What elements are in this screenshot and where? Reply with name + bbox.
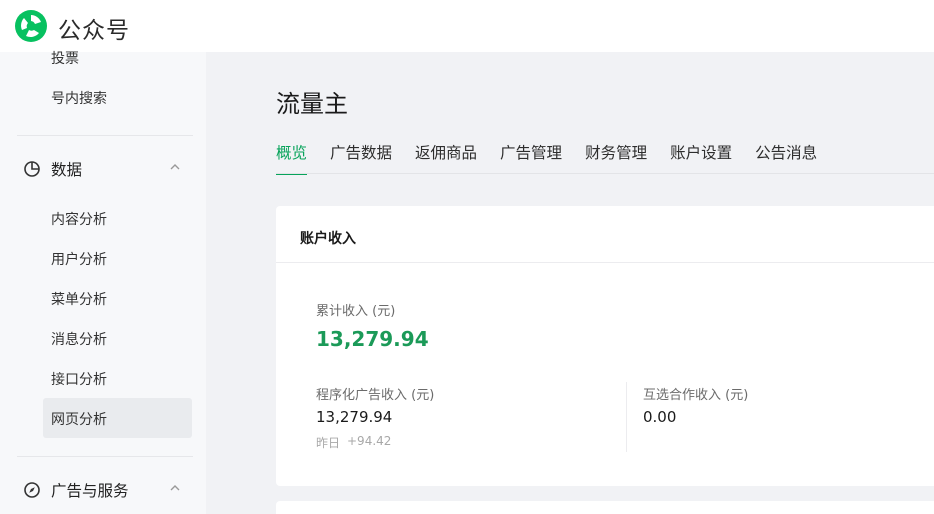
sidebar-section-label: 广告与服务 xyxy=(51,482,129,500)
tab-account-settings[interactable]: 账户设置 xyxy=(670,141,732,175)
tab-finance-management[interactable]: 财务管理 xyxy=(585,141,647,175)
tab-bar: 概览 广告数据 返佣商品 广告管理 财务管理 账户设置 公告消息 xyxy=(276,141,840,175)
sidebar-item-api-analysis[interactable]: 接口分析 xyxy=(51,369,107,389)
card-title: 账户收入 xyxy=(300,231,356,247)
total-income-value: 13,279.94 xyxy=(316,327,429,351)
tab-ad-data[interactable]: 广告数据 xyxy=(330,141,392,175)
wechat-mp-logo-icon[interactable] xyxy=(13,8,49,44)
tab-commission-products[interactable]: 返佣商品 xyxy=(415,141,477,175)
sidebar-item-in-account-search[interactable]: 号内搜索 xyxy=(51,88,107,108)
sidebar-item-webpage-analysis[interactable]: 网页分析 xyxy=(51,409,107,429)
top-bar: 公众号 xyxy=(0,0,934,52)
tab-ad-management[interactable]: 广告管理 xyxy=(500,141,562,175)
programmatic-ad-income-label: 程序化广告收入 (元) xyxy=(316,388,435,403)
yesterday-label: 昨日 xyxy=(316,436,341,450)
chevron-up-icon[interactable] xyxy=(168,481,182,495)
tab-overview[interactable]: 概览 xyxy=(276,141,308,175)
yesterday-value: +94.42 xyxy=(347,434,392,448)
sidebar-section-data[interactable]: 数据 xyxy=(23,158,82,180)
next-card xyxy=(276,501,934,514)
sidebar-section-ads-services[interactable]: 广告与服务 xyxy=(23,479,129,501)
account-income-card: 账户收入 累计收入 (元) 13,279.94 程序化广告收入 (元) 13,2… xyxy=(276,206,934,486)
sidebar-item-vote[interactable]: 投票 xyxy=(51,48,79,68)
main-content: 流量主 概览 广告数据 返佣商品 广告管理 财务管理 账户设置 公告消息 账户收… xyxy=(206,52,934,514)
programmatic-ad-income-value: 13,279.94 xyxy=(316,408,393,426)
mutual-selection-income-value: 0.00 xyxy=(643,408,677,426)
sidebar-item-user-analysis[interactable]: 用户分析 xyxy=(51,249,107,269)
chevron-up-icon[interactable] xyxy=(168,160,182,174)
brand-name[interactable]: 公众号 xyxy=(58,11,130,45)
sidebar-divider xyxy=(17,456,193,457)
tab-announcements[interactable]: 公告消息 xyxy=(755,141,817,175)
total-income-label: 累计收入 (元) xyxy=(316,304,396,319)
compass-icon xyxy=(24,482,40,498)
tabs-divider xyxy=(276,173,934,174)
pie-chart-icon xyxy=(24,161,40,177)
sidebar-item-content-analysis[interactable]: 内容分析 xyxy=(51,209,107,229)
card-divider xyxy=(276,262,934,263)
column-divider xyxy=(626,382,627,452)
sidebar-section-label: 数据 xyxy=(51,161,83,179)
mutual-selection-income-label: 互选合作收入 (元) xyxy=(643,388,749,403)
sidebar-divider xyxy=(17,135,193,136)
sidebar: 投票 号内搜索 数据 内容分析 用户分析 菜单分析 消息分析 接口分析 网页分析… xyxy=(0,51,206,514)
sidebar-item-menu-analysis[interactable]: 菜单分析 xyxy=(51,289,107,309)
sidebar-item-message-analysis[interactable]: 消息分析 xyxy=(51,329,107,349)
page-title: 流量主 xyxy=(276,90,348,118)
